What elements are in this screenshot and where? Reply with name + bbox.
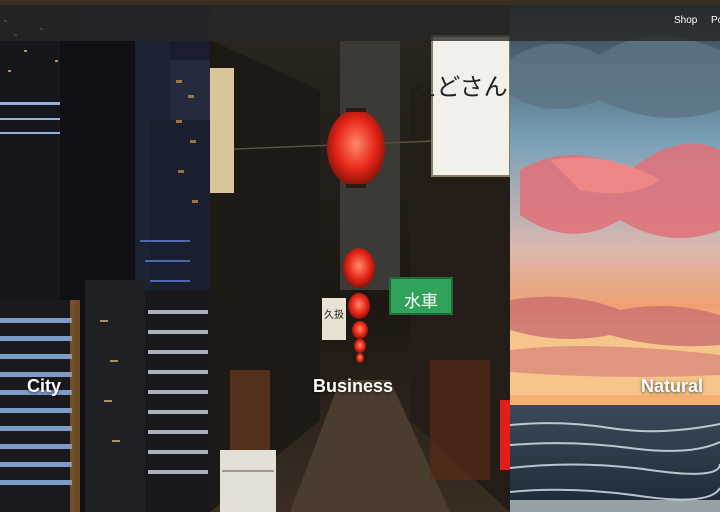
category-card-natural[interactable]: Natural: [510, 0, 720, 512]
category-card-business[interactable]: えどさんち 水車 久扱 Business: [210, 0, 510, 512]
top-navbar: Shop Po: [0, 5, 720, 41]
natural-photo: [510, 0, 720, 512]
category-label-city: City: [27, 376, 62, 396]
vertical-sign-text: 久扱: [324, 309, 344, 321]
city-photo: [0, 0, 210, 512]
top-border: [0, 0, 720, 5]
category-label-business: Business: [313, 376, 394, 396]
business-photo: えどさんち 水車 久扱: [210, 0, 510, 512]
hanging-sign-text: えどさんち: [412, 73, 510, 101]
nav-link-po[interactable]: Po: [711, 15, 720, 26]
nav-link-shop[interactable]: Shop: [674, 15, 697, 26]
green-sign-text: 水車: [404, 292, 438, 312]
category-label-natural: Natural: [641, 376, 704, 396]
category-card-city[interactable]: City: [0, 0, 210, 512]
